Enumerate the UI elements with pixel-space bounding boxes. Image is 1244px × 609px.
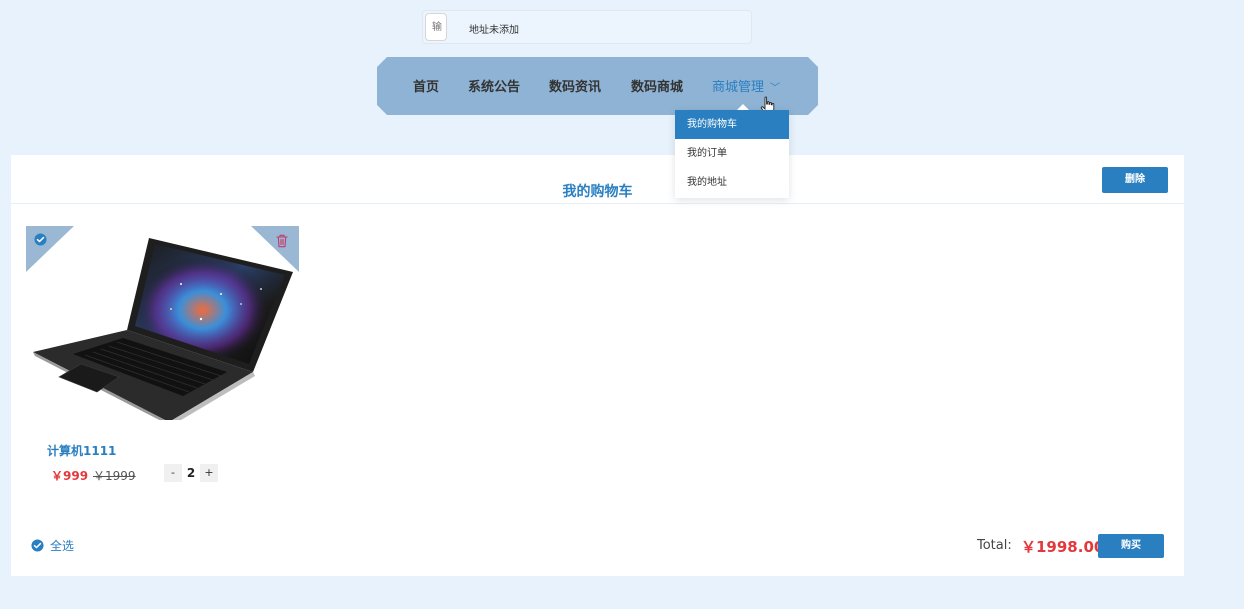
product-price: ￥999 bbox=[51, 469, 89, 483]
total-value: ￥1998.00 bbox=[1021, 538, 1105, 556]
quantity-value[interactable]: 2 bbox=[182, 464, 200, 482]
delete-button[interactable]: 删除 bbox=[1102, 167, 1168, 193]
page-title: 我的购物车 bbox=[562, 184, 633, 200]
check-circle-icon bbox=[31, 539, 44, 552]
nav-item-home[interactable]: 首页 bbox=[413, 76, 439, 95]
main-nav: 首页 系统公告 数码资讯 数码商城 商城管理 ﹀ bbox=[377, 57, 818, 115]
dropdown-item-my-cart[interactable]: 我的购物车 bbox=[675, 110, 789, 139]
quantity-decrement-button[interactable]: - bbox=[164, 464, 182, 482]
nav-item-digital-news[interactable]: 数码资讯 bbox=[549, 76, 601, 95]
dropdown-caret bbox=[737, 104, 749, 110]
nav-item-digital-mall[interactable]: 数码商城 bbox=[631, 76, 683, 95]
address-bar: 地址未添加 bbox=[422, 10, 752, 44]
cart-item-card: 计算机1111 ￥999 ￥1999 - 2 + bbox=[26, 226, 301, 491]
select-all-label: 全选 bbox=[50, 539, 75, 553]
dropdown-item-my-address[interactable]: 我的地址 bbox=[675, 168, 789, 197]
buy-button[interactable]: 购买 bbox=[1098, 534, 1164, 558]
product-original-price: ￥1999 bbox=[93, 469, 136, 483]
product-name[interactable]: 计算机1111 bbox=[47, 442, 116, 459]
quantity-stepper: - 2 + bbox=[164, 464, 218, 482]
chevron-down-icon: ﹀ bbox=[770, 83, 781, 94]
quantity-increment-button[interactable]: + bbox=[200, 464, 218, 482]
nav-item-announcements[interactable]: 系统公告 bbox=[468, 76, 520, 95]
check-circle-icon[interactable] bbox=[34, 233, 47, 246]
nav-item-mall-management-label: 商城管理 bbox=[712, 80, 765, 95]
trash-icon[interactable] bbox=[276, 234, 288, 248]
nav-item-mall-management[interactable]: 商城管理 ﹀ bbox=[712, 76, 780, 95]
divider bbox=[11, 203, 1184, 204]
delete-corner[interactable] bbox=[251, 226, 299, 272]
dropdown-item-my-orders[interactable]: 我的订单 bbox=[675, 139, 789, 168]
total-label: Total: bbox=[977, 538, 1012, 553]
mall-management-dropdown: 我的购物车 我的订单 我的地址 bbox=[675, 110, 789, 198]
select-all-toggle[interactable]: 全选 bbox=[31, 537, 74, 554]
address-status: 地址未添加 bbox=[469, 25, 519, 36]
cart-panel: 我的购物车 删除 计算机1111 ￥999 ￥1999 - 2 + 全选 Tot… bbox=[11, 155, 1184, 576]
search-input[interactable] bbox=[425, 13, 447, 41]
